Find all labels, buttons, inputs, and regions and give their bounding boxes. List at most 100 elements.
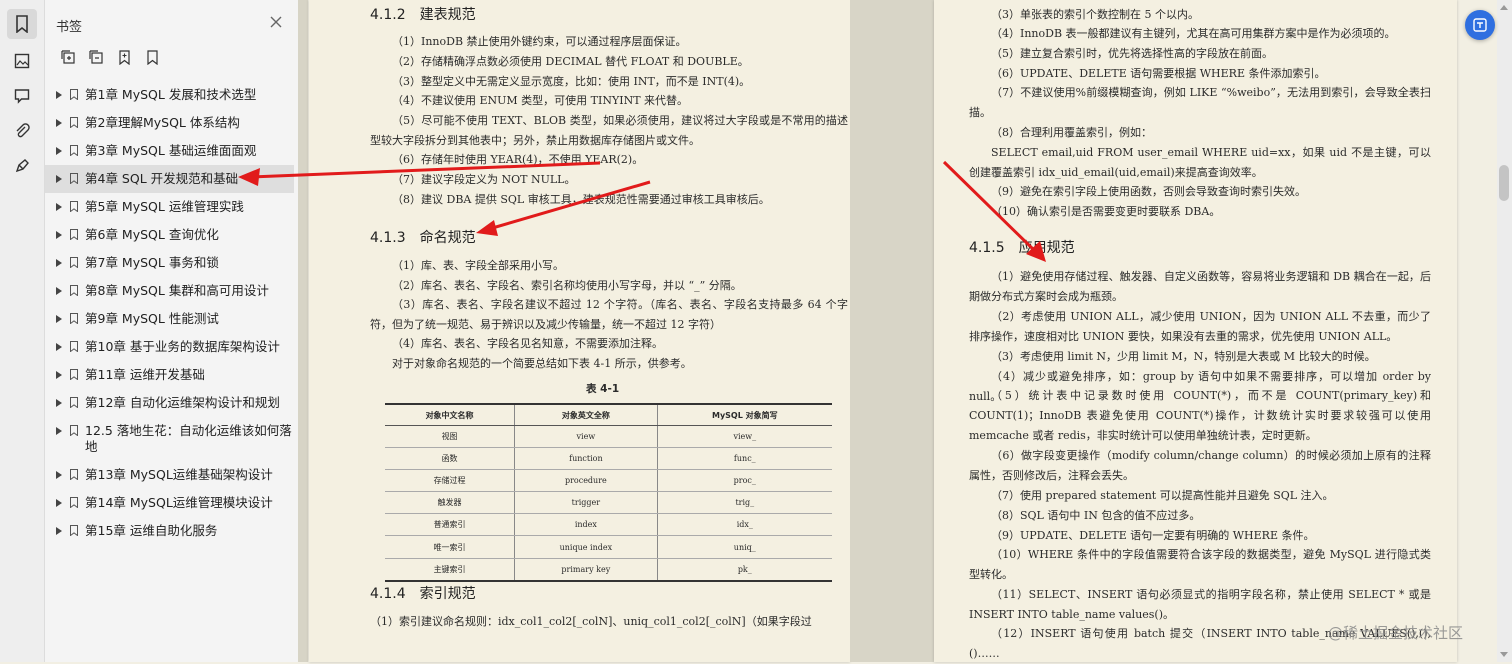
bookmark-entry-icon <box>70 89 79 100</box>
chevron-right-icon[interactable] <box>56 499 64 507</box>
thumbnail-icon[interactable] <box>7 46 37 76</box>
close-icon[interactable] <box>268 14 284 30</box>
paragraph: （7）建议字段定义为 NOT NULL。 <box>392 173 576 186</box>
table-row: 普通索引 index idx_ <box>385 513 832 537</box>
paragraph: （6）UPDATE、DELETE 语句需要根据 WHERE 条件添加索引。 <box>991 67 1326 80</box>
table-row: 视图 view view_ <box>385 425 832 449</box>
paragraph: （1）库、表、字段全部采用小写。 <box>392 259 564 272</box>
bookmark-item[interactable]: 12.5 落地生花：自动化运维该如何落地 <box>45 417 298 461</box>
chevron-right-icon[interactable] <box>56 287 64 295</box>
bookmark-toolbar <box>60 48 160 66</box>
chevron-right-icon[interactable] <box>56 175 64 183</box>
bookmark-entry-icon <box>70 397 79 408</box>
translate-icon[interactable] <box>1465 10 1495 40</box>
expand-all-icon[interactable] <box>60 48 76 66</box>
table-header-cell: MySQL 对象简写 <box>656 404 832 426</box>
bookmark-item[interactable]: 第13章 MySQL运维基础架构设计 <box>45 461 298 489</box>
chevron-right-icon[interactable] <box>56 527 64 535</box>
bookmark-item[interactable]: 第15章 运维自助化服务 <box>45 517 298 545</box>
bookmark-icon[interactable] <box>7 9 37 39</box>
bookmark-label: 第6章 MySQL 查询优化 <box>85 227 219 242</box>
bookmark-label: 第9章 MySQL 性能测试 <box>85 311 219 326</box>
chevron-right-icon[interactable] <box>56 343 64 351</box>
bookmark-item[interactable]: 第3章 MySQL 基础运维面面观 <box>45 137 298 165</box>
bookmark-item[interactable]: 第8章 MySQL 集群和高可用设计 <box>45 277 298 305</box>
bookmark-label: 第15章 运维自助化服务 <box>85 523 218 538</box>
table-row: 存储过程 procedure proc_ <box>385 469 832 493</box>
sign-icon[interactable] <box>7 151 37 181</box>
paragraph: （7）使用 prepared statement 可以提高性能并且避免 SQL … <box>991 489 1334 502</box>
table-cell: idx_ <box>656 513 832 537</box>
chevron-right-icon[interactable] <box>56 231 64 239</box>
paragraph: （4）不建议使用 ENUM 类型，可使用 TINYINT 来代替。 <box>392 94 689 107</box>
paragraph: （6）存储年时使用 YEAR(4)，不使用 YEAR(2)。 <box>392 153 644 166</box>
attachment-icon[interactable] <box>7 116 37 146</box>
paragraph: （5）尽可能不使用 TEXT、BLOB 类型，如果必须使用，建议将过大字段或是不… <box>370 114 848 147</box>
chevron-right-icon[interactable] <box>56 91 64 99</box>
document-scrollbar[interactable] <box>1497 0 1512 662</box>
bookmark-item[interactable]: 第4章 SQL 开发规范和基础 <box>45 165 294 193</box>
table-cell: function <box>514 447 658 471</box>
table-cell: procedure <box>514 469 658 493</box>
bookmark-item[interactable]: 第6章 MySQL 查询优化 <box>45 221 298 249</box>
table-cell: primary key <box>514 558 658 582</box>
bookmark-item[interactable]: 第2章理解MySQL 体系结构 <box>45 109 298 137</box>
bookmark-entry-icon <box>70 313 79 324</box>
table-cell: 唯一索引 <box>385 535 515 559</box>
section-line-4-1-4: （1）索引建议命名规则：idx_col1_col2[_colN]、uniq_co… <box>370 615 812 628</box>
comment-icon[interactable] <box>7 81 37 111</box>
chevron-right-icon[interactable] <box>56 371 64 379</box>
paragraph: （6）做字段变更操作（modify column/change column）的… <box>969 449 1431 482</box>
scroll-down-icon[interactable] <box>1500 652 1508 657</box>
paragraph: （8）SQL 语句中 IN 包含的值不应过多。 <box>991 509 1201 522</box>
bookmark-label: 第2章理解MySQL 体系结构 <box>85 115 240 130</box>
chevron-right-icon[interactable] <box>56 119 64 127</box>
bookmark-item[interactable]: 第1章 MySQL 发展和技术选型 <box>45 81 298 109</box>
table-cell: 普通索引 <box>385 513 515 537</box>
section-heading-4-1-4: 4.1.4 索引规范 <box>370 586 476 602</box>
paragraph: （3）库名、表名、字段名建议不超过 12 个字符。（库名、表名、字段名支持最多 … <box>370 298 848 331</box>
bookmark-item[interactable]: 第5章 MySQL 运维管理实践 <box>45 193 298 221</box>
chevron-right-icon[interactable] <box>56 147 64 155</box>
bookmark-item[interactable]: 第14章 MySQL运维管理模块设计 <box>45 489 298 517</box>
chevron-right-icon[interactable] <box>56 315 64 323</box>
paragraph: （2）库名、表名、字段名、索引名称均使用小写字母，并以 “_” 分隔。 <box>392 279 742 292</box>
paragraph: （8）合理利用覆盖索引，例如： <box>991 126 1152 139</box>
table-cell: 存储过程 <box>385 469 515 493</box>
bookmark-entry-icon <box>70 425 79 436</box>
bookmark-item[interactable]: 第11章 运维开发基础 <box>45 361 298 389</box>
bookmark-entry-icon <box>70 525 79 536</box>
section-heading-4-1-5: 4.1.5 应用规范 <box>969 240 1075 256</box>
table-row: 主键索引 primary key pk_ <box>385 558 832 582</box>
paragraph: （3）整型定义中无需定义显示宽度，比如：使用 INT，而不是 INT(4)。 <box>392 75 751 88</box>
bookmark-item[interactable]: 第7章 MySQL 事务和锁 <box>45 249 298 277</box>
panel-title: 书签 <box>56 20 83 35</box>
bookmark-item[interactable]: 第9章 MySQL 性能测试 <box>45 305 298 333</box>
paragraph: （8）建议 DBA 提供 SQL 审核工具，建表规范性需要通过审核工具审核后。 <box>392 193 770 206</box>
bookmark-item[interactable]: 第12章 自动化运维架构设计和规划 <box>45 389 298 417</box>
chevron-right-icon[interactable] <box>56 203 64 211</box>
table-cell: unique index <box>514 535 658 559</box>
bookmark-settings-icon[interactable] <box>144 48 160 66</box>
chevron-right-icon[interactable] <box>56 427 64 435</box>
bookmark-entry-icon <box>70 173 79 184</box>
scroll-up-icon[interactable] <box>1500 5 1508 10</box>
section-heading-4-1-2: 4.1.2 建表规范 <box>370 7 476 23</box>
chevron-right-icon[interactable] <box>56 399 64 407</box>
paragraph: （4）库名、表名、字段名见名知意，不需要添加注释。 <box>392 337 663 350</box>
bookmark-item[interactable]: 第10章 基于业务的数据库架构设计 <box>45 333 298 361</box>
bookmark-entry-icon <box>70 229 79 240</box>
paragraph: （11）SELECT、INSERT 语句必须显式的指明字段名称，禁止使用 SEL… <box>969 588 1431 621</box>
collapse-all-icon[interactable] <box>88 48 104 66</box>
sidebar-rail <box>0 0 45 662</box>
table-cell: 主键索引 <box>385 558 515 582</box>
scroll-thumb[interactable] <box>1499 165 1509 201</box>
bookmark-label: 第4章 SQL 开发规范和基础 <box>85 171 239 186</box>
chevron-right-icon[interactable] <box>56 471 64 479</box>
table-cell: trig_ <box>656 491 832 515</box>
bookmark-label: 第14章 MySQL运维管理模块设计 <box>85 495 273 510</box>
chevron-right-icon[interactable] <box>56 259 64 267</box>
panel-divider[interactable] <box>298 0 308 662</box>
watermark: @稀土掘金技术社区 <box>1328 624 1464 642</box>
add-bookmark-icon[interactable] <box>116 48 132 66</box>
